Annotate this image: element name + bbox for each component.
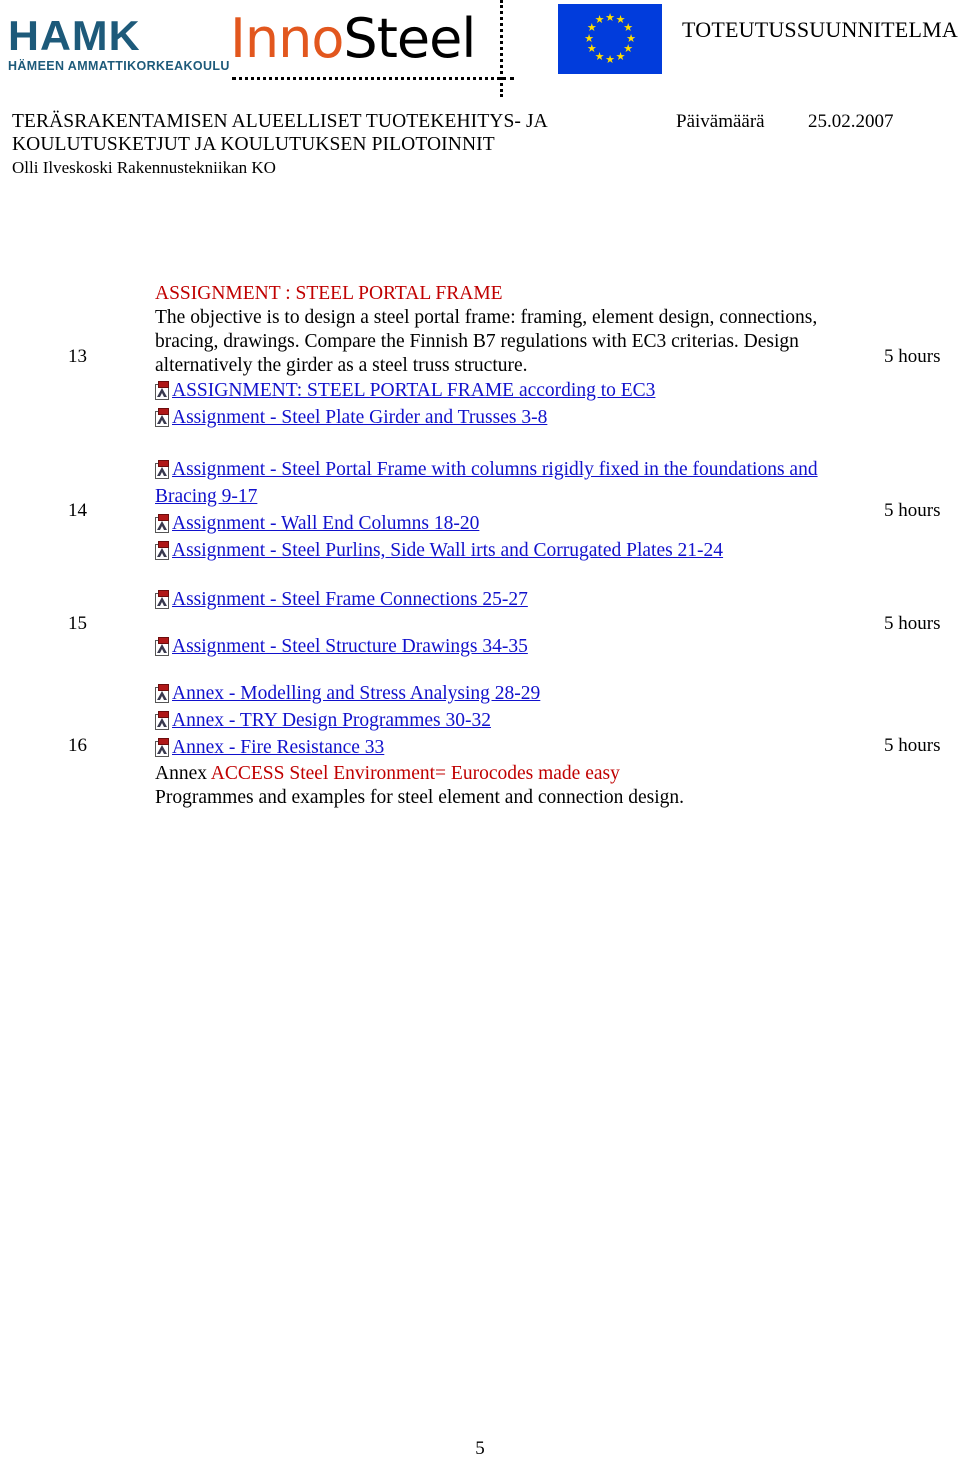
pdf-document-link[interactable]: Annex - Fire Resistance 33 (172, 737, 384, 758)
innosteel-logo: InnoSteel (230, 10, 500, 70)
table-row: 16 Annex - Modelling and Stress Analysing… (0, 678, 960, 813)
row-number: 15 (68, 613, 87, 634)
pdf-icon (155, 684, 172, 703)
row-content: ASSIGNMENT : STEEL PORTAL FRAME The objec… (155, 282, 884, 432)
pdf-icon (155, 711, 172, 730)
row-content: Annex - Modelling and Stress Analysing 2… (155, 681, 884, 810)
list-item[interactable]: Assignment - Steel Frame Connections 25-… (155, 587, 880, 614)
annex-label: Annex (155, 763, 211, 784)
date-value: 25.02.2007 (808, 111, 894, 132)
pdf-icon (155, 514, 172, 533)
pdf-icon (155, 541, 172, 560)
row-footer-line-1: Annex ACCESS Steel Environment= Eurocode… (155, 762, 880, 786)
list-item[interactable]: Assignment - Steel Plate Girder and Trus… (155, 405, 880, 432)
list-item[interactable]: ASSIGNMENT: STEEL PORTAL FRAME according… (155, 378, 880, 405)
row-number: 16 (68, 734, 87, 756)
hamk-tagline: HÄMEEN AMMATTIKORKEAKOULU (8, 58, 230, 73)
document-title-line-2: KOULUTUSKETJUT JA KOULUTUKSEN PILOTOINNI… (12, 134, 495, 155)
plan-title: TOTEUTUSSUUNNITELMA (682, 17, 958, 42)
list-item[interactable]: Assignment - Wall End Columns 18-20 (155, 511, 880, 538)
row-hours: 5 hours (884, 346, 941, 367)
pdf-document-link[interactable]: Assignment - Steel Structure Drawings 34… (172, 636, 528, 657)
innosteel-steel-text: Steel (343, 7, 476, 70)
row-footer-line-2: Programmes and examples for steel elemen… (155, 787, 685, 808)
page-header: HAMK HÄMEEN AMMATTIKORKEAKOULU InnoSteel… (0, 0, 960, 100)
eu-star-icon: ★ (594, 14, 605, 27)
pdf-document-link[interactable]: Assignment - Steel Purlins, Side Wall ir… (172, 540, 723, 561)
table-row: 14 Assignment - Steel Portal Frame with c… (0, 450, 960, 572)
row-content: Assignment - Steel Portal Frame with col… (155, 457, 884, 565)
list-item[interactable]: Annex - Fire Resistance 33 (155, 735, 880, 762)
document-title-block: TERÄSRAKENTAMISEN ALUEELLISET TUOTEKEHIT… (12, 110, 652, 179)
access-steel-text: ACCESS Steel Environment= Eurocodes made… (210, 763, 620, 784)
table-row: 15 Assignment - Steel Frame Connections 2… (0, 578, 960, 670)
pdf-document-link[interactable]: Assignment - Steel Portal Frame with col… (155, 459, 818, 507)
row-number: 14 (68, 500, 87, 521)
pdf-icon (155, 381, 172, 400)
eu-star-icon: ★ (605, 11, 615, 24)
pdf-document-link[interactable]: Assignment - Steel Frame Connections 25-… (172, 589, 528, 610)
document-author: Olli Ilveskoski Rakennustekniikan KO (12, 158, 276, 177)
list-item[interactable]: Assignment - Steel Portal Frame with col… (155, 457, 880, 511)
row-hours: 5 hours (884, 734, 941, 756)
eu-star-icon: ★ (615, 50, 626, 63)
page-number: 5 (475, 1438, 485, 1459)
european-union-flag-icon: ★ ★ ★ ★ ★ ★ ★ ★ ★ ★ ★ ★ (558, 4, 662, 74)
pdf-icon (155, 590, 172, 609)
list-item[interactable]: Assignment - Steel Purlins, Side Wall ir… (155, 538, 880, 565)
list-item[interactable]: Assignment - Steel Structure Drawings 34… (155, 634, 880, 661)
hamk-wordmark: HAMK (8, 12, 141, 59)
hamk-logo: HAMK HÄMEEN AMMATTIKORKEAKOULU (8, 15, 230, 73)
pdf-document-link[interactable]: Annex - Modelling and Stress Analysing 2… (172, 683, 540, 704)
pdf-document-link[interactable]: Annex - TRY Design Programmes 30-32 (172, 710, 491, 731)
row-heading: ASSIGNMENT : STEEL PORTAL FRAME (155, 283, 503, 304)
pdf-icon (155, 637, 172, 656)
pdf-document-link[interactable]: Assignment - Wall End Columns 18-20 (172, 513, 479, 534)
table-row: 13 ASSIGNMENT : STEEL PORTAL FRAME The obj… (0, 272, 960, 442)
row-hours: 5 hours (884, 613, 941, 634)
date-label: Päivämäärä (676, 111, 765, 132)
row-number: 13 (68, 346, 87, 367)
pdf-icon (155, 408, 172, 427)
dotted-horizontal-divider (232, 77, 514, 80)
row-hours: 5 hours (884, 500, 941, 521)
document-title-line-1: TERÄSRAKENTAMISEN ALUEELLISET TUOTEKEHIT… (12, 111, 548, 132)
pdf-document-link[interactable]: Assignment - Steel Plate Girder and Trus… (172, 407, 547, 428)
pdf-document-link[interactable]: ASSIGNMENT: STEEL PORTAL FRAME according… (172, 380, 655, 401)
innosteel-inno-text: Inno (230, 7, 344, 70)
row-paragraph: The objective is to design a steel porta… (155, 307, 818, 376)
pdf-icon (155, 738, 172, 757)
list-item[interactable]: Annex - Modelling and Stress Analysing 2… (155, 681, 880, 708)
eu-star-icon: ★ (605, 53, 615, 66)
eu-star-icon: ★ (584, 32, 594, 45)
dotted-vertical-divider (500, 0, 503, 97)
pdf-icon (155, 460, 172, 479)
eu-star-icon: ★ (586, 43, 597, 55)
row-content: Assignment - Steel Frame Connections 25-… (155, 587, 884, 661)
list-item[interactable]: Annex - TRY Design Programmes 30-32 (155, 708, 880, 735)
